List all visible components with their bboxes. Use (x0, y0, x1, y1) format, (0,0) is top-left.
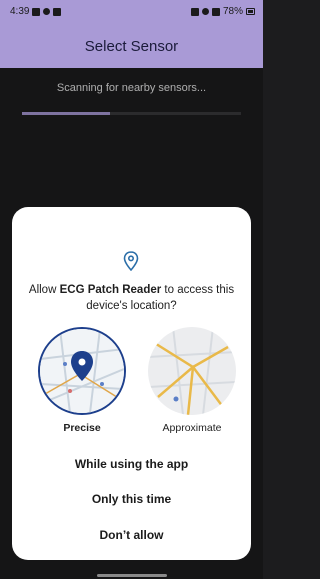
status-bar: 4:39 78% (0, 0, 263, 24)
precise-location-option[interactable] (38, 327, 126, 415)
approximate-label[interactable]: Approximate (142, 422, 242, 434)
permission-prompt: Allow ECG Patch Reader to access this de… (24, 282, 239, 314)
precise-label[interactable]: Precise (32, 422, 132, 434)
message-icon (32, 7, 41, 16)
gesture-nav-handle[interactable] (97, 574, 167, 577)
location-permission-dialog: Allow ECG Patch Reader to access this de… (12, 207, 251, 560)
precise-map-icon (40, 329, 124, 413)
notification-icon (53, 7, 62, 16)
app-bar: Select Sensor (0, 24, 263, 68)
approximate-location-option[interactable] (148, 327, 236, 415)
bluetooth-icon (190, 7, 199, 16)
status-left: 4:39 (10, 6, 62, 17)
whatsapp-icon (43, 8, 51, 15)
app-name: ECG Patch Reader (59, 284, 162, 296)
prompt-prefix: Allow (28, 284, 60, 296)
battery-icon (246, 8, 255, 15)
battery-percent: 78% (222, 6, 243, 17)
only-this-time-button[interactable]: Only this time (12, 492, 251, 506)
status-time: 4:39 (10, 6, 30, 17)
dont-allow-button[interactable]: Don’t allow (12, 528, 251, 542)
while-using-app-button[interactable]: While using the app (12, 457, 251, 471)
page-title: Select Sensor (84, 37, 179, 55)
status-right: 78% (190, 6, 255, 17)
wifi-icon (201, 8, 209, 15)
location-pin-icon (123, 251, 139, 271)
approximate-map-icon (148, 327, 236, 415)
signal-icon (211, 7, 220, 16)
